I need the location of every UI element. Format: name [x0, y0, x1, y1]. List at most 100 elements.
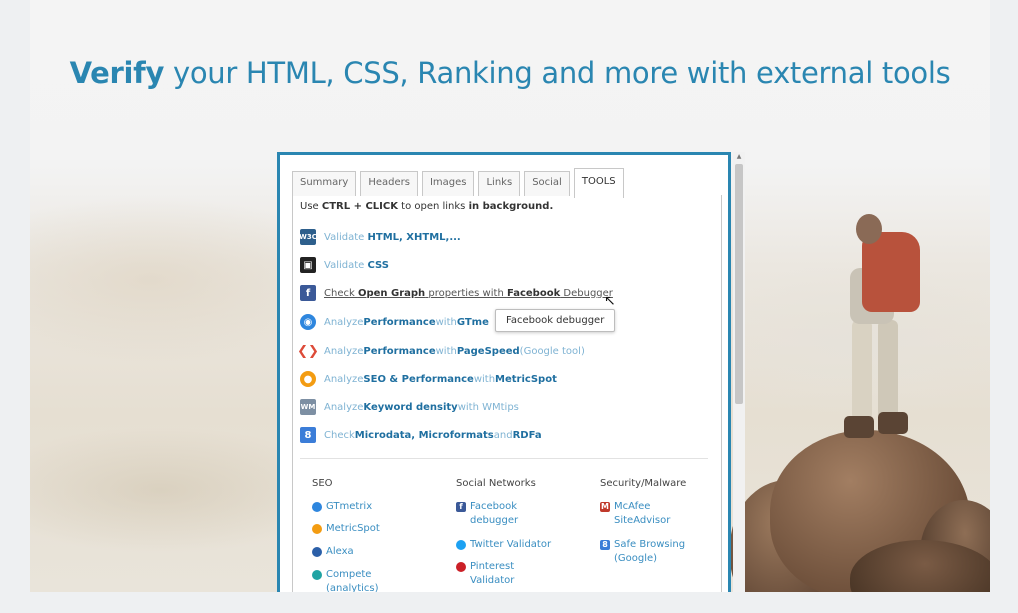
tool-validate-html[interactable]: W3C Validate HTML, XHTML,... — [299, 228, 461, 246]
divider — [300, 458, 708, 459]
link-label: Pinterest Validator — [470, 561, 515, 586]
tool-wmtips[interactable]: WM Analyze Keyword density with WMtips — [300, 398, 519, 416]
tool-target: Performance — [363, 316, 436, 328]
link-label: Safe Browsing (Google) — [614, 539, 686, 564]
link-label: Twitter Validator — [470, 539, 552, 550]
tool-connector: with WMtips — [457, 401, 519, 413]
tool-connector: with — [435, 316, 457, 328]
column-heading-seo: SEO — [312, 478, 333, 489]
headline-bold: Verify — [69, 56, 165, 90]
pinterest-icon — [456, 562, 466, 572]
tool-target: SEO & Performance — [363, 373, 474, 385]
note-emphasis: in background. — [468, 201, 554, 212]
link-compete[interactable]: Compete (analytics) — [312, 568, 412, 592]
link-pinterest-validator[interactable]: Pinterest Validator — [456, 560, 556, 588]
tab-tools[interactable]: TOOLS — [573, 168, 624, 198]
link-alexa[interactable]: Alexa — [312, 545, 354, 559]
tool-target: Open Graph — [357, 287, 426, 299]
scrollbar-thumb[interactable] — [735, 164, 743, 404]
google-icon: 8 — [600, 540, 610, 550]
tool-verb: Validate — [324, 231, 365, 243]
tool-verb: Check — [324, 287, 358, 299]
metricspot-icon: ● — [300, 371, 316, 387]
tab-social[interactable]: Social — [524, 171, 570, 196]
hiker-head — [856, 214, 882, 244]
facebook-icon: f — [300, 285, 316, 301]
tool-gtmetrix[interactable]: ◉ Analyze Performance with GTme — [300, 313, 489, 331]
link-label: McAfee SiteAdvisor — [614, 501, 671, 526]
compete-icon — [312, 570, 322, 580]
hiker-boot — [878, 412, 908, 434]
link-safe-browsing[interactable]: 8 Safe Browsing (Google) — [600, 538, 710, 566]
tool-verb: Analyze — [324, 401, 364, 413]
mouse-cursor-icon: ↖ — [604, 293, 616, 309]
tab-summary[interactable]: Summary — [292, 171, 357, 196]
twitter-icon — [456, 540, 466, 550]
tab-links[interactable]: Links — [478, 171, 521, 196]
tool-service: Facebook — [506, 287, 561, 299]
tool-connector: with — [435, 345, 457, 357]
note-keys: CTRL + CLICK — [321, 201, 398, 212]
hiker-boot — [844, 416, 874, 438]
tool-connector: and — [493, 429, 513, 441]
link-facebook-debugger[interactable]: f Facebook debugger — [456, 500, 556, 528]
alexa-icon — [312, 547, 322, 557]
tool-pagespeed[interactable]: ❮❯ Analyze Performance with PageSpeed (G… — [297, 342, 585, 360]
tooltip: Facebook debugger — [495, 309, 616, 332]
tool-service: RDFa — [512, 429, 542, 441]
tool-connector: with — [473, 373, 496, 385]
w3c-icon: W3C — [299, 229, 317, 245]
usage-note: Use CTRL + CLICK to open links in backgr… — [300, 201, 553, 212]
note-text: Use — [300, 201, 322, 212]
link-label: Alexa — [326, 546, 354, 557]
hiker-leg — [878, 320, 898, 420]
tool-tail: (Google tool) — [519, 345, 585, 357]
tab-bar: Summary Headers Images Links Social TOOL… — [292, 168, 624, 198]
link-gtmetrix[interactable]: GTmetrix — [312, 500, 372, 514]
wmtips-icon: WM — [300, 399, 316, 415]
tool-target: Performance — [363, 345, 436, 357]
link-label: Compete (analytics) — [326, 569, 379, 592]
tool-verb: Check — [324, 429, 355, 441]
scroll-up-icon[interactable]: ▲ — [733, 152, 745, 162]
tool-facebook-debugger[interactable]: f Check Open Graph properties with Faceb… — [300, 284, 613, 302]
pagespeed-icon: ❮❯ — [297, 343, 319, 359]
tab-headers[interactable]: Headers — [360, 171, 418, 196]
tool-connector: properties with — [425, 287, 507, 299]
link-mcafee-siteadvisor[interactable]: M McAfee SiteAdvisor — [600, 500, 700, 528]
scrollbar[interactable]: ▲ — [733, 152, 745, 592]
link-label: Facebook debugger — [470, 501, 519, 526]
link-metricspot[interactable]: MetricSpot — [312, 522, 380, 536]
google-plus-icon: 8 — [300, 427, 316, 443]
headline: Verify your HTML, CSS, Ranking and more … — [30, 56, 990, 90]
tool-verb: Analyze — [324, 316, 364, 328]
hiker-backpack — [862, 232, 920, 312]
gtmetrix-icon — [312, 502, 322, 512]
tool-verb: Analyze — [324, 345, 364, 357]
tool-link-text: Check Open Graph properties with Faceboo… — [324, 288, 613, 299]
tab-images[interactable]: Images — [421, 171, 475, 196]
note-text: to open links — [397, 201, 469, 212]
mcafee-icon: M — [600, 502, 610, 512]
tool-verb: Analyze — [324, 373, 364, 385]
hiker-leg — [852, 320, 872, 420]
tool-target: HTML, XHTML,... — [367, 231, 461, 243]
tool-service: MetricSpot — [495, 373, 557, 385]
tool-target: CSS — [367, 259, 389, 271]
tool-microdata[interactable]: 8 Check Microdata, Microformats and RDFa — [300, 426, 542, 444]
link-twitter-validator[interactable]: Twitter Validator — [456, 538, 551, 552]
tool-service: GTme — [456, 316, 489, 328]
tool-validate-css[interactable]: ▣ Validate CSS — [300, 256, 389, 274]
css-validator-icon: ▣ — [300, 257, 316, 273]
column-heading-security: Security/Malware — [600, 478, 687, 489]
tool-target: Microdata, Microformats — [354, 429, 494, 441]
headline-rest: your HTML, CSS, Ranking and more with ex… — [164, 56, 951, 90]
tool-verb: Validate — [324, 259, 365, 271]
metricspot-icon — [312, 524, 322, 534]
column-heading-social: Social Networks — [456, 478, 536, 489]
facebook-icon: f — [456, 502, 466, 512]
banner: Verify your HTML, CSS, Ranking and more … — [30, 0, 990, 592]
tool-metricspot[interactable]: ● Analyze SEO & Performance with MetricS… — [300, 370, 557, 388]
tool-target: Keyword density — [363, 401, 458, 413]
link-label: MetricSpot — [326, 523, 380, 534]
